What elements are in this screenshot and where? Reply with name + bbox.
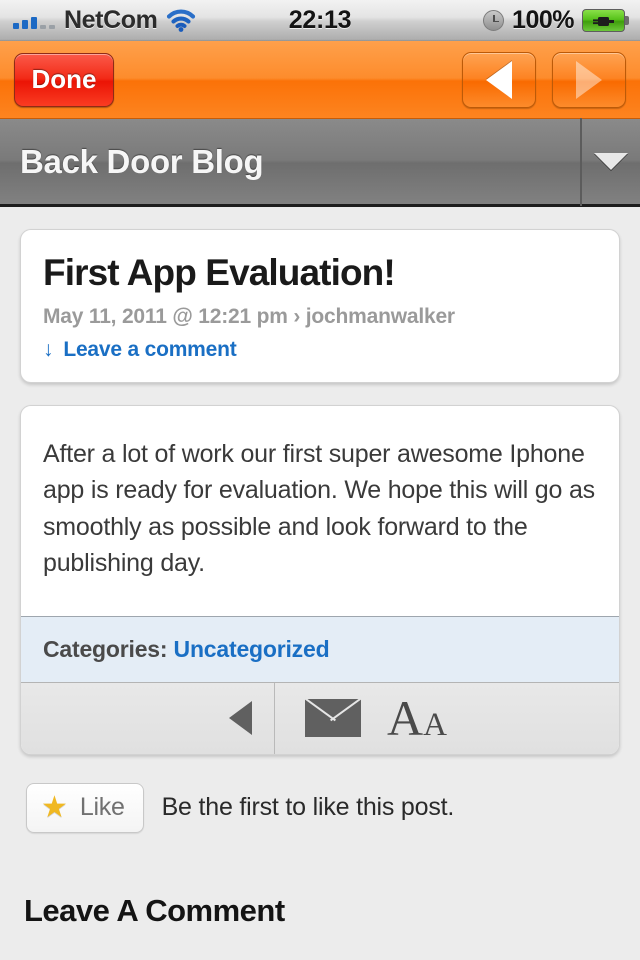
alarm-clock-icon <box>483 10 505 31</box>
status-bar-clock: 22:13 <box>288 6 352 34</box>
categories-row: Categories: Uncategorized <box>21 615 619 682</box>
post-body-text: After a lot of work our first super awes… <box>43 439 595 578</box>
back-button[interactable] <box>462 51 536 108</box>
chevron-down-icon <box>594 153 628 170</box>
envelope-icon[interactable] <box>305 699 361 738</box>
like-button[interactable]: ★ Like <box>26 782 144 833</box>
categories-label: Categories: <box>43 635 168 662</box>
post-header-card: First App Evaluation! May 11, 2011 @ 12:… <box>20 229 620 383</box>
post-title: First App Evaluation! <box>43 252 396 293</box>
font-size-aa-icon[interactable]: AA <box>387 693 447 743</box>
post-action-buttons: AA <box>275 683 619 754</box>
page-content: First App Evaluation! May 11, 2011 @ 12:… <box>0 207 640 960</box>
post-body-card: After a lot of work our first super awes… <box>20 404 620 755</box>
leave-a-comment-link[interactable]: ↓ Leave a comment <box>43 338 597 362</box>
arrow-down-icon: ↓ <box>43 337 54 361</box>
font-size-big-a: A <box>387 690 424 747</box>
post-back-button[interactable] <box>21 682 275 754</box>
blog-menu-dropdown-button[interactable] <box>580 117 640 206</box>
triangle-left-icon <box>486 60 512 99</box>
triangle-right-icon <box>576 60 602 99</box>
font-size-small-a: A <box>423 707 447 744</box>
post-action-bar: AA <box>21 681 619 754</box>
leave-a-comment-label: Leave a comment <box>63 337 237 361</box>
post-meta: May 11, 2011 @ 12:21 pm › jochmanwalker <box>43 304 455 328</box>
like-button-label: Like <box>79 793 125 822</box>
star-icon: ★ <box>41 790 68 824</box>
category-link-uncategorized[interactable]: Uncategorized <box>174 636 330 662</box>
leave-a-comment-heading: Leave A Comment <box>24 892 285 928</box>
battery-charging-icon <box>582 9 629 32</box>
blog-header-bar: Back Door Blog <box>0 117 640 207</box>
forward-button[interactable] <box>552 51 626 108</box>
status-bar: NetCom 22:13 100% <box>0 0 640 41</box>
navigation-buttons <box>462 51 626 108</box>
like-row: ★ Like Be the first to like this post. <box>20 782 620 833</box>
blog-title: Back Door Blog <box>20 142 264 180</box>
post-header: First App Evaluation! May 11, 2011 @ 12:… <box>21 230 619 382</box>
triangle-left-icon <box>229 701 252 736</box>
done-button[interactable]: Done <box>14 52 114 107</box>
like-status-text: Be the first to like this post. <box>161 793 455 822</box>
browser-toolbar: Done <box>0 41 640 119</box>
